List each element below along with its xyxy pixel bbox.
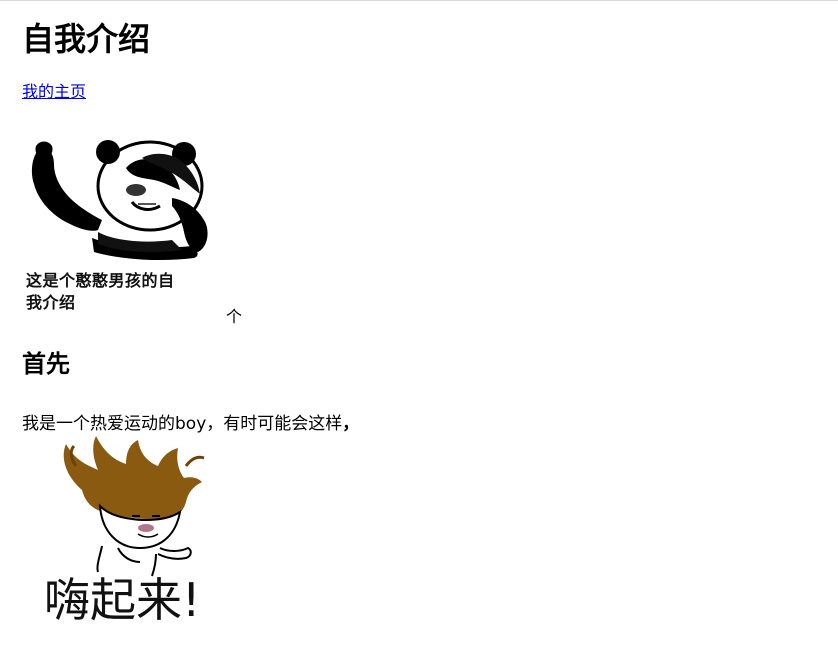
panda-meme-caption-line1: 这是个憨憨男孩的自 <box>26 271 175 290</box>
wild-hair-meme-image: 嗨起来! <box>36 436 236 636</box>
intro-paragraph-trailing: ， <box>342 414 360 434</box>
inline-text: 个 <box>226 307 243 326</box>
wild-hair-meme-caption: 嗨起来! <box>44 573 201 627</box>
page-title: 自我介绍 <box>22 20 151 58</box>
intro-paragraph-text: 我是一个热爱运动的boy，有时可能会这样 <box>22 414 343 434</box>
top-border <box>0 0 838 1</box>
panda-meme-caption-line2: 我介绍 <box>26 293 76 312</box>
home-link[interactable]: 我的主页 <box>22 82 86 102</box>
intro-paragraph: 我是一个热爱运动的boy，有时可能会这样， <box>22 413 359 435</box>
section-heading: 首先 <box>22 350 70 378</box>
panda-meme-image: 这是个憨憨男孩的自 我介绍 <box>22 128 226 324</box>
